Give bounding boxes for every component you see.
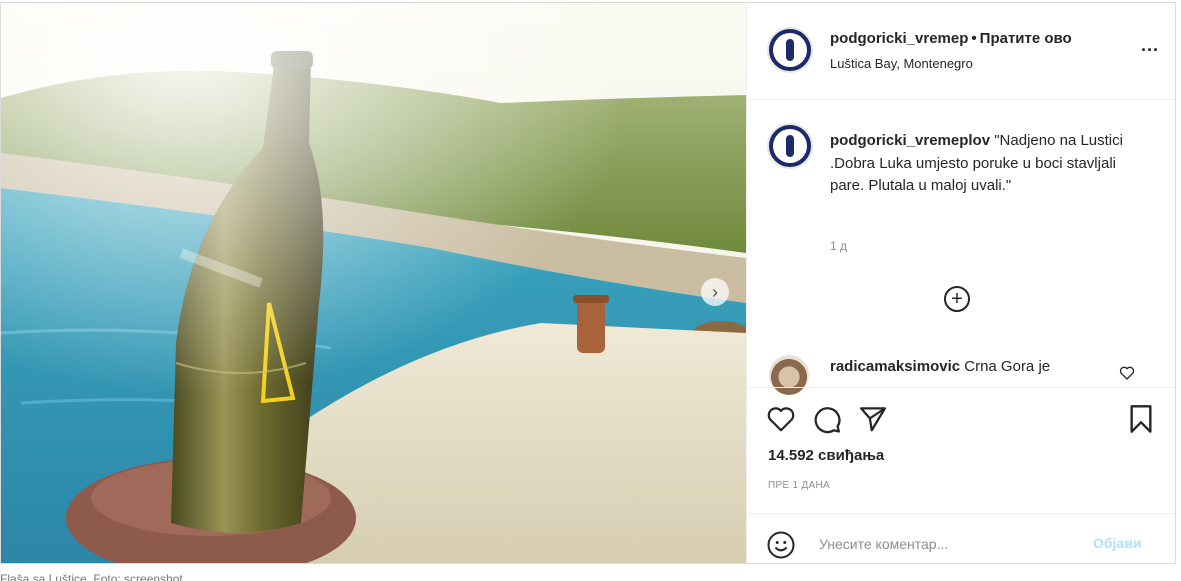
separator-dot: •	[971, 30, 977, 47]
commenter-avatar[interactable]	[769, 355, 809, 395]
author-username[interactable]: podgoricki_vremep	[830, 30, 968, 47]
heart-icon[interactable]	[765, 403, 797, 435]
next-photo-button[interactable]: ›	[701, 278, 729, 306]
emoji-icon[interactable]	[766, 530, 796, 560]
comment-input[interactable]	[819, 533, 1079, 555]
caption-time[interactable]: 1 д	[830, 239, 847, 253]
posted-time[interactable]: ПРЕ 1 ДАНА	[768, 480, 830, 491]
actions-divider	[747, 387, 1175, 388]
action-bar	[765, 403, 889, 435]
comment-like-heart-icon[interactable]	[1119, 365, 1135, 381]
comment-box-divider	[747, 513, 1175, 514]
post-caption: podgoricki_vremeplov "Nadjeno na Lustici…	[830, 130, 1130, 198]
share-icon[interactable]	[857, 403, 889, 435]
comment-text: Crna Gora je	[964, 358, 1051, 375]
author-avatar[interactable]	[767, 27, 813, 73]
bottle-on-bollard-image	[1, 3, 746, 563]
comment: radicamaksimovic Crna Gora je	[830, 358, 1050, 375]
post-location[interactable]: Luštica Bay, Montenegro	[830, 56, 973, 71]
more-options-icon[interactable]: ...	[1141, 36, 1159, 54]
caption-username[interactable]: podgoricki_vremeplov	[830, 132, 990, 149]
comment-username[interactable]: radicamaksimovic	[830, 358, 960, 375]
post-comment-button[interactable]: Објави	[1093, 535, 1141, 551]
instagram-post: › podgoricki_vremep • Пратите ово Luštica …	[0, 2, 1176, 564]
follow-button[interactable]: Пратите ово	[980, 30, 1072, 47]
header-divider	[747, 99, 1175, 100]
caption-avatar[interactable]	[767, 123, 813, 169]
comment-icon[interactable]	[811, 403, 843, 435]
post-header: podgoricki_vremep • Пратите ово	[830, 30, 1072, 47]
image-source-caption: Flaša sa Luštice. Foto: screenshot	[0, 572, 183, 581]
post-side-panel: podgoricki_vremep • Пратите ово Luštica Ba…	[746, 3, 1175, 563]
post-photo[interactable]: ›	[1, 3, 746, 563]
likes-count[interactable]: 14.592 свиђања	[768, 447, 884, 464]
add-circle-icon[interactable]: +	[944, 286, 970, 312]
bookmark-icon[interactable]	[1125, 403, 1157, 435]
